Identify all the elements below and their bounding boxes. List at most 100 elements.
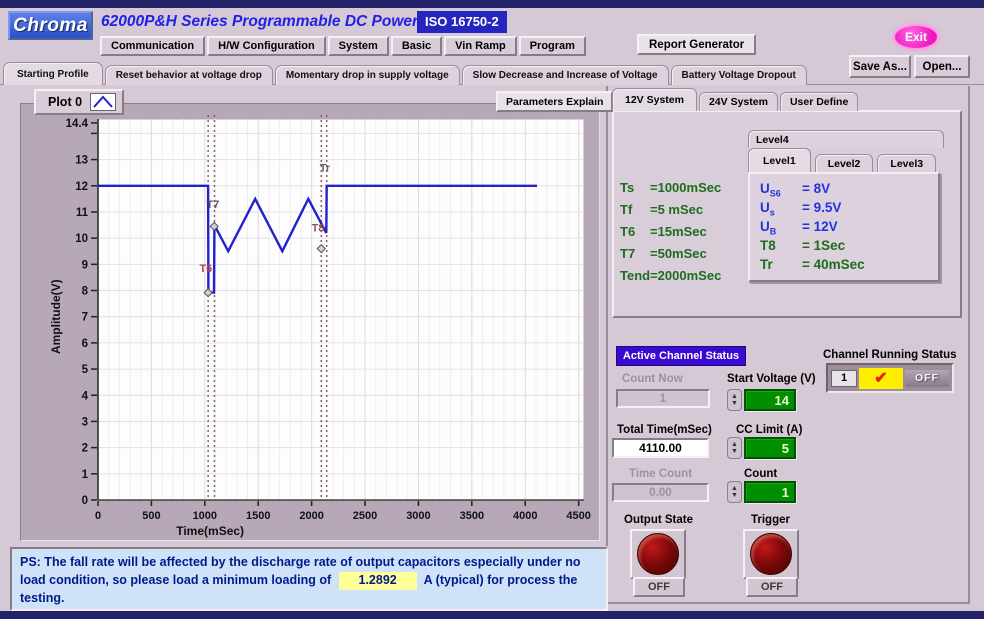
trigger-off-button[interactable]: OFF [746,577,798,597]
plot-area[interactable] [98,119,584,500]
trigger-knob[interactable] [750,533,792,575]
main-tab-bar: Starting ProfileReset behavior at voltag… [3,62,807,85]
value-name: T8 [760,238,802,257]
output-state-off-button[interactable]: OFF [633,577,685,597]
time-count-label: Time Count [629,468,692,480]
menu-button-communication[interactable]: Communication [100,36,205,56]
channel-running-status-label: Channel Running Status [823,349,957,361]
svg-text:T7: T7 [206,199,219,211]
level-value-tr: Tr= 40mSec [760,257,938,276]
output-state-label: Output State [624,514,693,526]
stepper-down-icon: ▼ [731,400,738,407]
value-name: Tr [760,257,802,276]
param-value: =1000mSec [650,180,721,202]
svg-text:3: 3 [82,416,88,428]
output-state-knob[interactable] [637,533,679,575]
tab-level2[interactable]: Level2 [815,154,874,172]
count-now-field: 1 [616,389,710,408]
ps-note: PS: The fall rate will be affected by th… [10,547,608,611]
value-text: = 9.5V [802,200,841,219]
timing-parameters: Ts=1000mSecTf=5 mSecT6=15mSecT7=50mSecTe… [620,180,748,290]
svg-text:4000: 4000 [513,510,537,522]
value-name: US6 [760,181,802,200]
channel-number-cell: 1 [831,370,857,387]
count-control: ▲▼ 1 [727,481,796,503]
level-tab-bar: Level1Level2Level3 [748,148,936,172]
y-axis-label: Amplitude(V) [49,279,63,354]
exit-button[interactable]: Exit [893,24,939,50]
system-tab-bar: 12V System24V SystemUser Define [612,88,858,111]
channel-running-status-widget: 1 ✔ OFF [826,363,954,393]
svg-text:0: 0 [95,510,101,522]
cc-limit-stepper[interactable]: ▲▼ [727,437,742,459]
param-name: Tend [620,268,650,290]
report-generator-button[interactable]: Report Generator [637,34,756,55]
y-tick-labels: 01234567891011121314.4 [66,118,97,507]
parameters-explain-button[interactable]: Parameters Explain [496,91,613,112]
param-name: Tf [620,202,650,224]
svg-text:9: 9 [82,259,88,271]
checkmark-icon: ✔ [874,368,887,388]
time-count-field: 0.00 [612,483,709,502]
timing-param-t6: T6=15mSec [620,224,748,246]
trigger-label: Trigger [751,514,790,526]
output-state-knob-base [630,529,686,579]
tab-user-define[interactable]: User Define [780,92,858,111]
channel-check-toggle[interactable]: ✔ [859,368,903,389]
tab-24v-system[interactable]: 24V System [699,92,778,111]
tab-12v-system[interactable]: 12V System [612,88,697,111]
tab-momentary-drop-in-supply-voltage[interactable]: Momentary drop in supply voltage [275,65,460,85]
param-name: Ts [620,180,650,202]
tab-level1[interactable]: Level1 [748,148,811,172]
count-display[interactable]: 1 [744,481,796,503]
tab-battery-voltage-dropout[interactable]: Battery Voltage Dropout [671,65,807,85]
svg-text:13: 13 [75,155,88,167]
active-channel-status-header: Active Channel Status [616,346,746,366]
start-voltage-display[interactable]: 14 [744,389,796,411]
count-label: Count [744,468,777,480]
svg-text:3500: 3500 [460,510,484,522]
chroma-logo: Chroma [8,11,93,40]
menu-button-vin-ramp[interactable]: Vin Ramp [444,36,517,56]
level-values-panel: US6= 8VUs= 9.5VUB= 12VT8= 1SecTr= 40mSec [748,172,940,282]
svg-text:5: 5 [82,364,89,376]
svg-text:3000: 3000 [406,510,430,522]
total-time-label: Total Time(mSec) [617,424,712,436]
svg-text:2500: 2500 [353,510,377,522]
count-stepper[interactable]: ▲▼ [727,481,742,503]
stepper-down-icon: ▼ [731,448,738,455]
total-time-field[interactable]: 4110.00 [612,438,709,458]
open-button[interactable]: Open... [914,55,970,78]
value-text: = 1Sec [802,238,845,257]
param-value: =50mSec [650,246,707,268]
waveform-chart[interactable]: 01234567891011121314.4050010001500200025… [20,103,600,541]
timing-param-ts: Ts=1000mSec [620,180,748,202]
cc-limit-display[interactable]: 5 [744,437,796,459]
start-voltage-control: ▲▼ 14 [727,389,796,411]
svg-text:14.4: 14.4 [66,118,89,130]
tab-slow-decrease-and-increase-of-voltage[interactable]: Slow Decrease and Increase of Voltage [462,65,669,85]
svg-text:6: 6 [82,338,88,350]
save-as-button[interactable]: Save As... [849,55,911,78]
cc-limit-label: CC Limit (A) [736,424,802,436]
svg-text:2000: 2000 [299,510,323,522]
svg-text:11: 11 [76,207,89,219]
tab-level4[interactable]: Level4 [748,130,944,148]
menu-button-program[interactable]: Program [519,36,586,56]
svg-text:1: 1 [82,469,89,481]
plot-legend[interactable]: Plot 0 [34,89,124,115]
channel-running-state: OFF [905,370,949,387]
svg-text:4500: 4500 [566,510,590,522]
svg-text:0: 0 [82,495,88,507]
menu-button-h-w-configuration[interactable]: H/W Configuration [207,36,326,56]
tab-reset-behavior-at-voltage-drop[interactable]: Reset behavior at voltage drop [105,65,273,85]
menu-button-basic[interactable]: Basic [391,36,442,56]
start-voltage-label: Start Voltage (V) [727,373,816,385]
svg-text:7: 7 [82,312,88,324]
tab-starting-profile[interactable]: Starting Profile [3,62,103,85]
tab-level3[interactable]: Level3 [877,154,936,172]
param-value: =5 mSec [650,202,703,224]
start-voltage-stepper[interactable]: ▲▼ [727,389,742,411]
window-bottom-strip [0,611,984,619]
menu-button-system[interactable]: System [328,36,389,56]
